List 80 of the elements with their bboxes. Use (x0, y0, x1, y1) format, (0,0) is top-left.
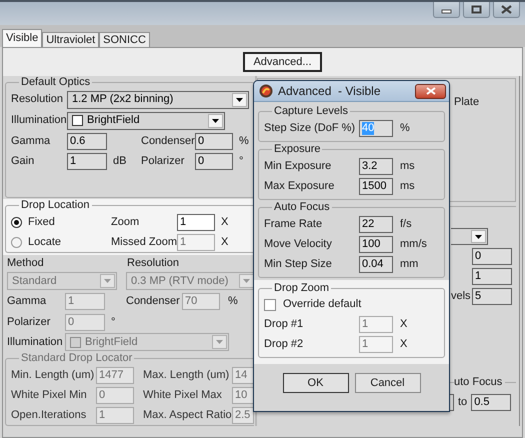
input-field[interactable]: 0 (472, 248, 512, 265)
field-label: Polarizer (7, 316, 52, 328)
unit-label: % (239, 134, 249, 148)
unit-label: X (221, 216, 228, 228)
field-label: Zoom (111, 216, 140, 228)
advanced-button[interactable]: Advanced... (243, 52, 322, 72)
unit-label: % (228, 295, 238, 308)
field-label: Min Step Size (264, 258, 333, 270)
checkbox[interactable]: Override default (264, 295, 439, 314)
input-field[interactable]: 1 (472, 268, 512, 285)
dialog-title: Advanced - Visible (278, 84, 382, 98)
tab[interactable]: SONICC (99, 32, 150, 47)
field-label: Condenser (141, 134, 195, 148)
field-label: Frame Rate (264, 218, 324, 230)
field-label: Plate (454, 96, 480, 108)
input-field[interactable]: 22 (359, 216, 393, 232)
input-field[interactable]: 0.5 (471, 394, 512, 411)
input-field[interactable]: 0 (195, 132, 233, 150)
field-label: Resolution (127, 256, 179, 270)
field-label: Step Size (DoF %) (264, 122, 356, 134)
field-label: White Pixel Max (143, 388, 223, 402)
field-label: Open.Iterations (11, 408, 88, 422)
unit-label: f/s (400, 218, 412, 230)
input-field[interactable]: 100 (359, 236, 393, 252)
dialog-button[interactable]: Cancel (354, 373, 420, 393)
group-title: Auto Focus (274, 201, 330, 213)
field-label: Min. Length (um) (11, 368, 96, 382)
dialog-button[interactable]: OK (282, 373, 348, 393)
group-title: Capture Levels (274, 105, 348, 117)
field-label: vels (451, 290, 470, 303)
unit-label: mm (400, 258, 418, 270)
input-field[interactable]: 0.6 (67, 132, 107, 150)
unit-label: ° (239, 154, 244, 168)
unit-label: X (221, 236, 228, 248)
group-title: Default Optics (21, 76, 90, 88)
group-title: Drop Location (21, 199, 90, 211)
unit-label: ° (111, 316, 116, 328)
field-label: Gain (11, 154, 36, 168)
field-label: Condenser (126, 295, 181, 308)
field-label: Gamma (11, 134, 52, 148)
field-label: Max Exposure (264, 180, 336, 192)
field-label: Polarizer (141, 154, 186, 168)
field-label: Gamma (7, 295, 48, 308)
group-title: Drop Zoom (274, 282, 330, 294)
field-label: Drop #2 (264, 338, 304, 350)
input-field[interactable]: 0 (195, 152, 233, 170)
field-label: Max. Length (um) (143, 368, 230, 382)
input-field[interactable]: 3.2 (359, 158, 393, 174)
input-field[interactable]: 1500 (359, 178, 393, 194)
input-field[interactable]: 0.04 (359, 256, 393, 272)
field-label: White Pixel Min (11, 388, 88, 402)
unit-label: X (400, 338, 408, 350)
dropdown[interactable]: 1.2 MP (2x2 binning) (67, 90, 249, 108)
radio-button[interactable]: Fixed (11, 212, 111, 232)
dropdown[interactable]: BrightField (67, 112, 225, 130)
input-field[interactable]: 1 (177, 214, 215, 230)
input-field[interactable]: 1 (67, 152, 107, 170)
tab[interactable]: Ultraviolet (42, 32, 100, 47)
tab[interactable]: Visible (2, 29, 42, 47)
unit-label: dB (113, 154, 128, 168)
field-label: Method (7, 256, 45, 270)
input-field[interactable]: 5 (472, 288, 512, 305)
field-label: to (458, 396, 468, 409)
field-label: Resolution (11, 93, 64, 106)
field-label: Max. Aspect Ratio (143, 408, 232, 422)
unit-label: % (400, 122, 410, 134)
field-label: Move Velocity (264, 238, 333, 250)
field-label: Min Exposure (264, 160, 332, 172)
group-title: Exposure (274, 143, 320, 155)
unit-label: X (400, 318, 408, 330)
group-title: uto Focus (454, 376, 502, 388)
field-label: Drop #1 (264, 318, 304, 330)
group-title: Standard Drop Locator (21, 352, 132, 364)
field-label: Illumination (7, 336, 64, 348)
radio-button[interactable]: Locate (11, 232, 111, 252)
unit-label: ms (400, 160, 415, 172)
unit-label: mm/s (400, 238, 427, 250)
field-label: Missed Zoom (111, 236, 177, 248)
unit-label: ms (400, 180, 415, 192)
field-label: Illumination (11, 114, 67, 127)
